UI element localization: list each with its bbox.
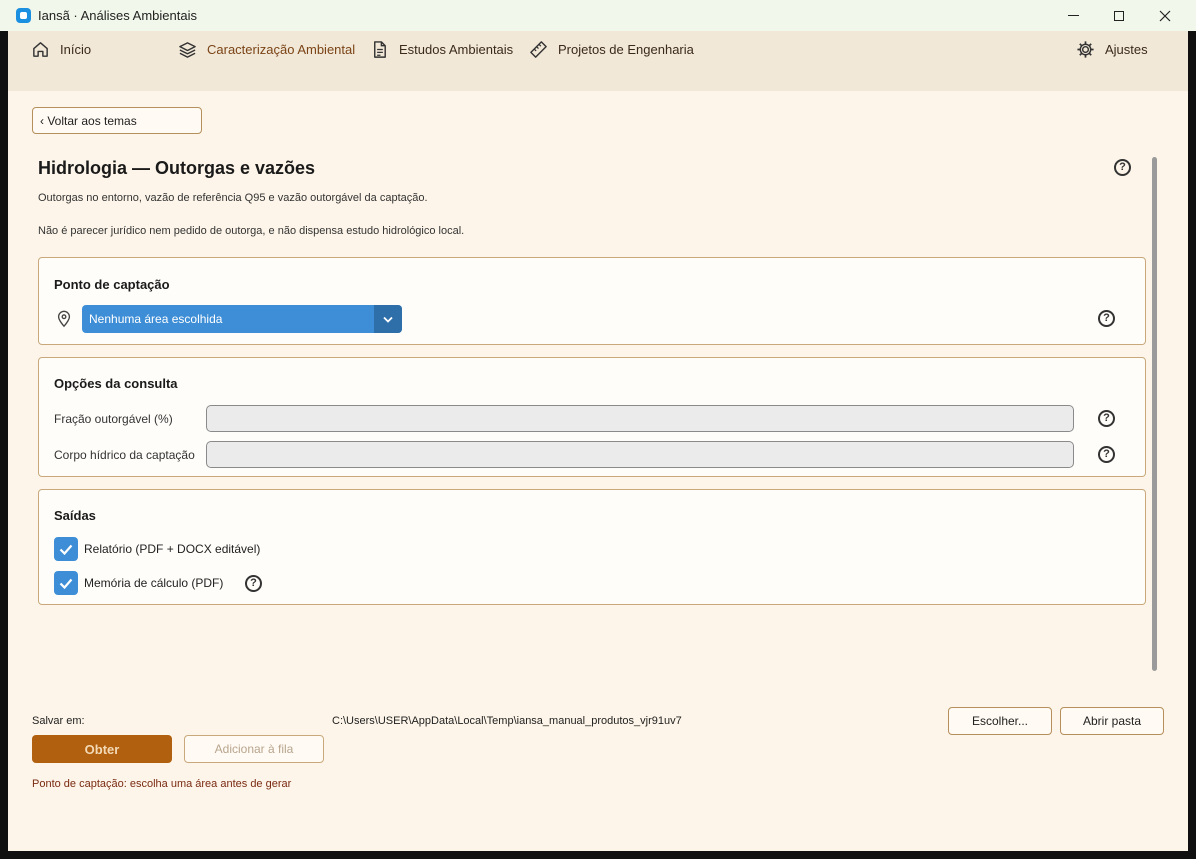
obtain-button[interactable]: Obter [32,735,172,763]
corpo-hidrico-help-icon[interactable]: ? [1098,446,1115,463]
fracao-input[interactable] [206,405,1074,432]
relatorio-label: Relatório (PDF + DOCX editável) [84,542,261,556]
page-title: Hidrologia — Outorgas e vazões [38,158,316,178]
nav-ajustes-label: Ajustes [1105,41,1148,57]
fracao-label: Fração outorgável (%) [54,412,173,426]
layers-icon [179,41,196,58]
memoria-label: Memória de cálculo (PDF) [84,576,224,590]
choose-folder-button[interactable]: Escolher... [948,707,1052,735]
nav-caracterizacao[interactable]: Caracterização Ambiental [178,39,355,59]
opcoes-consulta-panel: Opções da consulta Fração outorgável (%)… [38,357,1146,477]
memoria-help-icon[interactable]: ? [245,575,262,592]
nav-estudos-label: Estudos Ambientais [399,41,514,57]
home-icon [33,41,48,57]
document-icon [374,40,386,58]
help-icon[interactable]: ? [1114,159,1131,176]
chevron-down-icon [383,316,393,323]
corpo-hidrico-input[interactable] [206,441,1074,468]
minimize-button[interactable] [1050,0,1096,31]
top-navbar: Início Caracterização Ambiental Estudos … [8,31,1188,91]
area-select-value: Nenhuma área escolhida [89,312,223,326]
page-subtitle: Outorgas no entorno, vazão de referência… [38,192,428,204]
window-titlebar: Iansã · Análises Ambientais [0,0,1196,31]
saidas-title: Saídas [54,508,96,523]
validation-message: Ponto de captação: escolha uma área ante… [32,778,292,790]
open-folder-button[interactable]: Abrir pasta [1060,707,1164,735]
nav-estudos[interactable]: Estudos Ambientais [370,39,513,59]
minimize-icon [1067,15,1079,16]
dropdown-toggle[interactable] [374,305,402,333]
opcoes-consulta-title: Opções da consulta [54,376,178,391]
nav-caracterizacao-label: Caracterização Ambiental [207,41,356,57]
add-to-queue-button[interactable]: Adicionar à fila [184,735,324,763]
nav-ajustes[interactable]: Ajustes [1076,39,1148,59]
ponto-captacao-title: Ponto de captação [54,277,170,292]
back-to-themes-button[interactable]: ‹ Voltar aos temas [32,107,202,134]
checkmark-icon [59,544,73,555]
main-content: ‹ Voltar aos temas Hidrologia — Outorgas… [8,91,1188,851]
close-button[interactable] [1142,0,1188,31]
save-path: C:\Users\USER\AppData\Local\Temp\iansa_m… [332,715,682,727]
app-icon [16,8,31,23]
checkmark-icon [59,578,73,589]
memoria-checkbox[interactable] [54,571,78,595]
save-location-label: Salvar em: [32,715,85,727]
nav-projetos-label: Projetos de Engenharia [558,41,694,57]
nav-projetos[interactable]: Projetos de Engenharia [529,39,694,59]
maximize-button[interactable] [1096,0,1142,31]
gear-icon [1077,40,1094,58]
maximize-icon [1114,10,1124,21]
vertical-scrollbar[interactable] [1152,157,1157,671]
nav-home[interactable]: Início [31,39,91,59]
ponto-help-icon[interactable]: ? [1098,310,1115,327]
fracao-help-icon[interactable]: ? [1098,410,1115,427]
corpo-hidrico-label: Corpo hídrico da captação [54,448,195,462]
window-title: Iansã · Análises Ambientais [38,8,197,23]
relatorio-checkbox[interactable] [54,537,78,561]
ponto-captacao-panel: Ponto de captação Nenhuma área escolhida… [38,257,1146,345]
page-disclaimer: Não é parecer jurídico nem pedido de out… [38,225,465,237]
area-select-dropdown[interactable]: Nenhuma área escolhida [82,305,402,333]
ruler-icon [530,40,547,58]
nav-home-label: Início [60,41,92,57]
map-pin-icon [57,310,71,328]
close-icon [1159,10,1171,21]
saidas-panel: Saídas Relatório (PDF + DOCX editável) M… [38,489,1146,605]
